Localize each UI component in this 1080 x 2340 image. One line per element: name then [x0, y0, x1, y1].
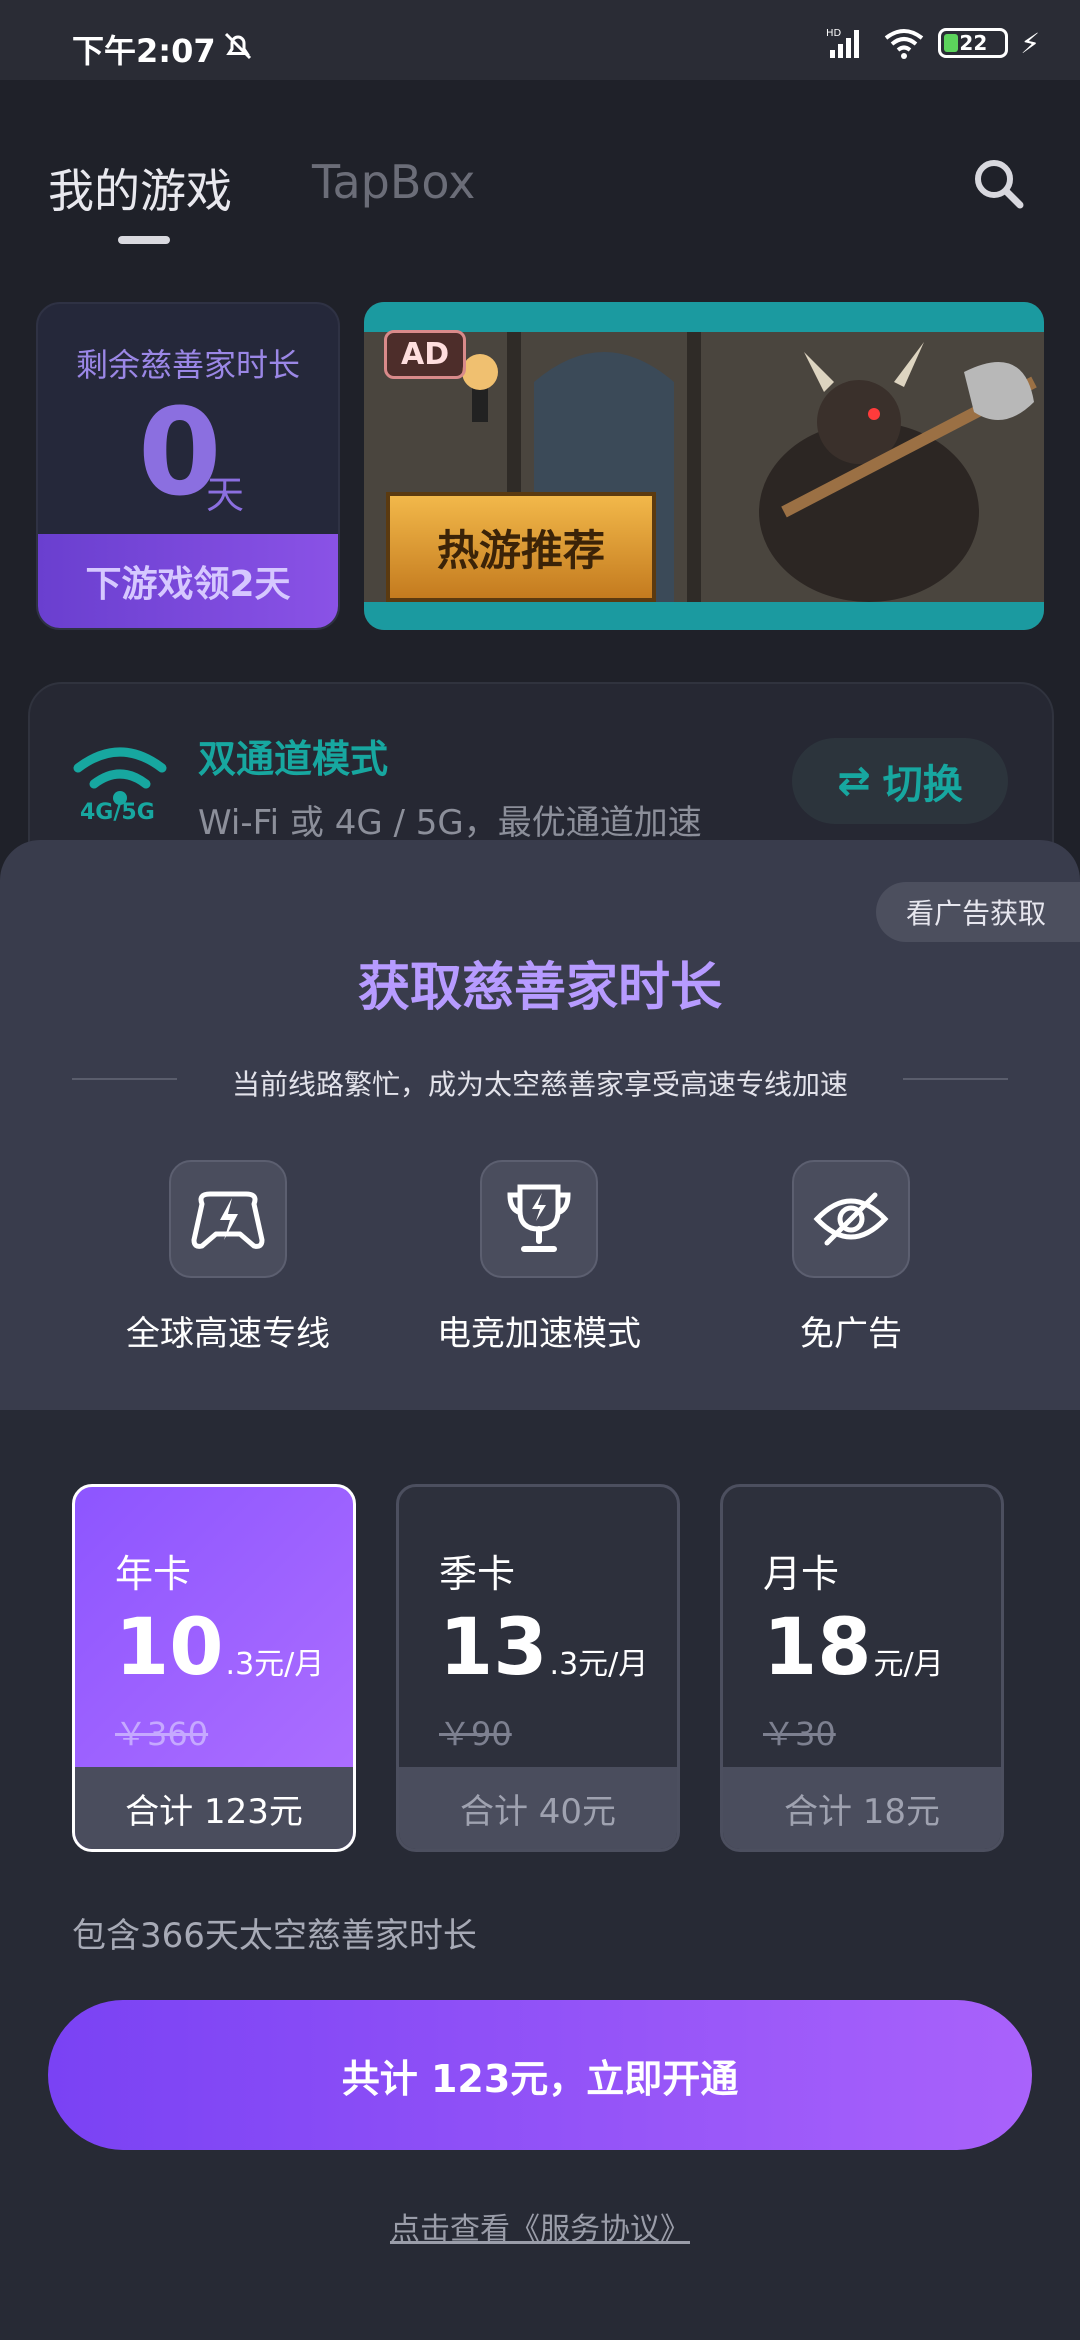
- plan-total: 合计 40元: [399, 1767, 677, 1849]
- wifi-icon: [885, 29, 924, 59]
- switch-mode-button[interactable]: ⇄ 切换: [792, 738, 1008, 824]
- plan-monthly[interactable]: 月卡 18 元/月 ￥30 合计 18元: [720, 1484, 1004, 1852]
- mode-description: Wi-Fi 或 4G / 5G，最优通道加速: [198, 803, 702, 843]
- feature-label: 电竞加速模式: [437, 1314, 641, 1354]
- plan-price: 18 元/月: [763, 1603, 944, 1693]
- watch-ad-button[interactable]: 看广告获取: [876, 882, 1080, 942]
- eye-off-icon: [792, 1160, 910, 1278]
- charging-icon: ⚡: [1020, 26, 1040, 60]
- plan-quarterly[interactable]: 季卡 13.3元/月 ￥90 合计 40元: [396, 1484, 680, 1852]
- tab-indicator: [118, 236, 170, 244]
- plan-price: 13.3元/月: [439, 1603, 649, 1693]
- plan-total: 合计 123元: [75, 1767, 353, 1849]
- gamepad-bolt-icon: [169, 1160, 287, 1278]
- muted-bell-icon: [224, 32, 252, 60]
- network-type-tag: 4G/5G: [80, 800, 155, 825]
- terms-link[interactable]: 点击查看《服务协议》: [0, 2204, 1080, 2248]
- signal-icon: HD: [826, 28, 860, 58]
- plan-price: 10.3元/月: [115, 1603, 325, 1693]
- tab-my-games[interactable]: 我的游戏: [48, 155, 232, 221]
- plan-yearly[interactable]: 年卡 10.3元/月 ￥360 合计 123元: [72, 1484, 356, 1852]
- plan-total: 合计 18元: [723, 1767, 1001, 1849]
- feature-global-line: 全球高速专线: [118, 1160, 338, 1355]
- charity-days-unit: 天: [206, 473, 245, 517]
- charity-time-card[interactable]: 剩余慈善家时长 0 天 下游戏领2天: [36, 302, 340, 630]
- ad-label: AD: [384, 330, 467, 379]
- plan-name: 月卡: [763, 1552, 840, 1596]
- plan-original-price: ￥30: [763, 1715, 836, 1753]
- feature-no-ads: 免广告: [741, 1160, 961, 1355]
- swap-arrows-icon: ⇄: [837, 758, 871, 804]
- tab-tapbox[interactable]: TapBox: [312, 155, 475, 209]
- mode-title: 双通道模式: [198, 737, 389, 781]
- feature-label: 免广告: [800, 1314, 902, 1354]
- trophy-icon: [480, 1160, 598, 1278]
- svg-text:HD: HD: [826, 28, 842, 39]
- divider-right: [903, 1078, 1008, 1080]
- battery-icon: 22: [938, 28, 1009, 58]
- sheet-title: 获取慈善家时长: [357, 958, 722, 1018]
- plan-name: 季卡: [439, 1552, 516, 1596]
- subscribe-button[interactable]: 共计 123元，立即开通: [48, 2000, 1032, 2150]
- plan-original-price: ￥90: [439, 1715, 512, 1753]
- feature-esports-mode: 电竞加速模式: [429, 1160, 649, 1355]
- switch-label: 切换: [882, 762, 963, 808]
- download-reward-button[interactable]: 下游戏领2天: [38, 534, 338, 628]
- game-banner[interactable]: AD 热游推荐: [364, 302, 1044, 630]
- status-time: 下午2:07: [72, 32, 216, 70]
- sheet-subtitle: 当前线路繁忙，成为太空慈善家享受高速专线加速: [231, 1068, 848, 1101]
- status-icons: HD 22 ⚡: [826, 26, 1040, 60]
- plan-include-note: 包含366天太空慈善家时长: [72, 1916, 477, 1956]
- search-icon[interactable]: [970, 155, 1026, 211]
- banner-title: 热游推荐: [386, 492, 656, 602]
- charity-title: 剩余慈善家时长: [75, 346, 300, 384]
- plan-name: 年卡: [115, 1552, 192, 1596]
- plan-original-price: ￥360: [115, 1715, 209, 1753]
- feature-label: 全球高速专线: [126, 1314, 330, 1354]
